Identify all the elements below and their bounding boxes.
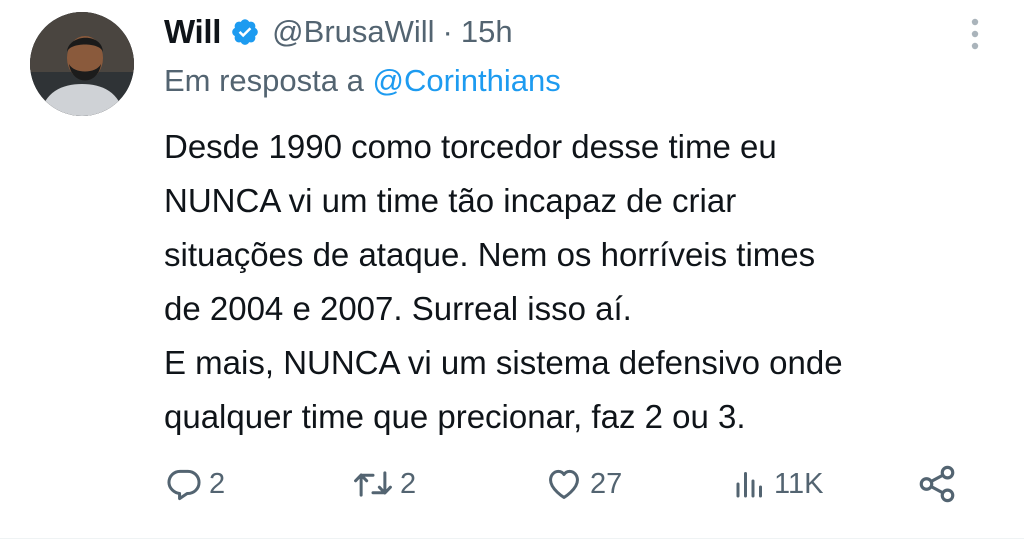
timestamp[interactable]: 15h (461, 14, 513, 50)
views-icon (732, 465, 768, 503)
action-bar: 2 2 27 11K (0, 456, 1024, 512)
display-name[interactable]: Will (164, 13, 221, 51)
share-icon (916, 463, 958, 505)
views-button[interactable]: 11K (732, 456, 823, 512)
verified-badge-icon (230, 17, 260, 47)
tweet[interactable]: Will @BrusaWill · 15h Em resposta a @Cor… (0, 0, 1024, 539)
tweet-text-line: E mais, NUNCA vi um sistema defensivo on… (164, 344, 843, 381)
avatar[interactable] (30, 12, 134, 116)
avatar-image (30, 12, 134, 116)
user-handle[interactable]: @BrusaWill (272, 14, 434, 50)
tweet-text-line: qualquer time que precionar, faz 2 ou 3. (164, 398, 746, 435)
retweet-button[interactable]: 2 (352, 456, 416, 512)
like-count: 27 (590, 467, 623, 500)
reply-context: Em resposta a @Corinthians (164, 63, 561, 99)
tweet-text-line: situações de ataque. Nem os horríveis ti… (164, 236, 816, 273)
reply-button[interactable]: 2 (165, 456, 225, 512)
like-button[interactable]: 27 (544, 456, 622, 512)
tweet-text-line: Desde 1990 como torcedor desse time eu (164, 128, 777, 165)
tweet-text-line: de 2004 e 2007. Surreal isso aí. (164, 290, 632, 327)
reply-mention-link[interactable]: @Corinthians (373, 63, 561, 98)
reply-prefix: Em resposta a (164, 63, 364, 98)
tweet-header: Will @BrusaWill · 15h (164, 8, 513, 56)
reply-icon (165, 465, 203, 503)
retweet-count: 2 (400, 467, 417, 500)
heart-icon (544, 465, 584, 503)
more-vertical-icon[interactable] (968, 16, 982, 52)
tweet-text: Desde 1990 como torcedor desse time eu N… (164, 120, 994, 444)
tweet-text-line: NUNCA vi um time tão incapaz de criar (164, 182, 737, 219)
views-count: 11K (774, 467, 824, 500)
share-button[interactable] (916, 456, 958, 512)
separator-dot: · (442, 14, 453, 49)
reply-count: 2 (209, 467, 226, 500)
retweet-icon (352, 465, 394, 503)
